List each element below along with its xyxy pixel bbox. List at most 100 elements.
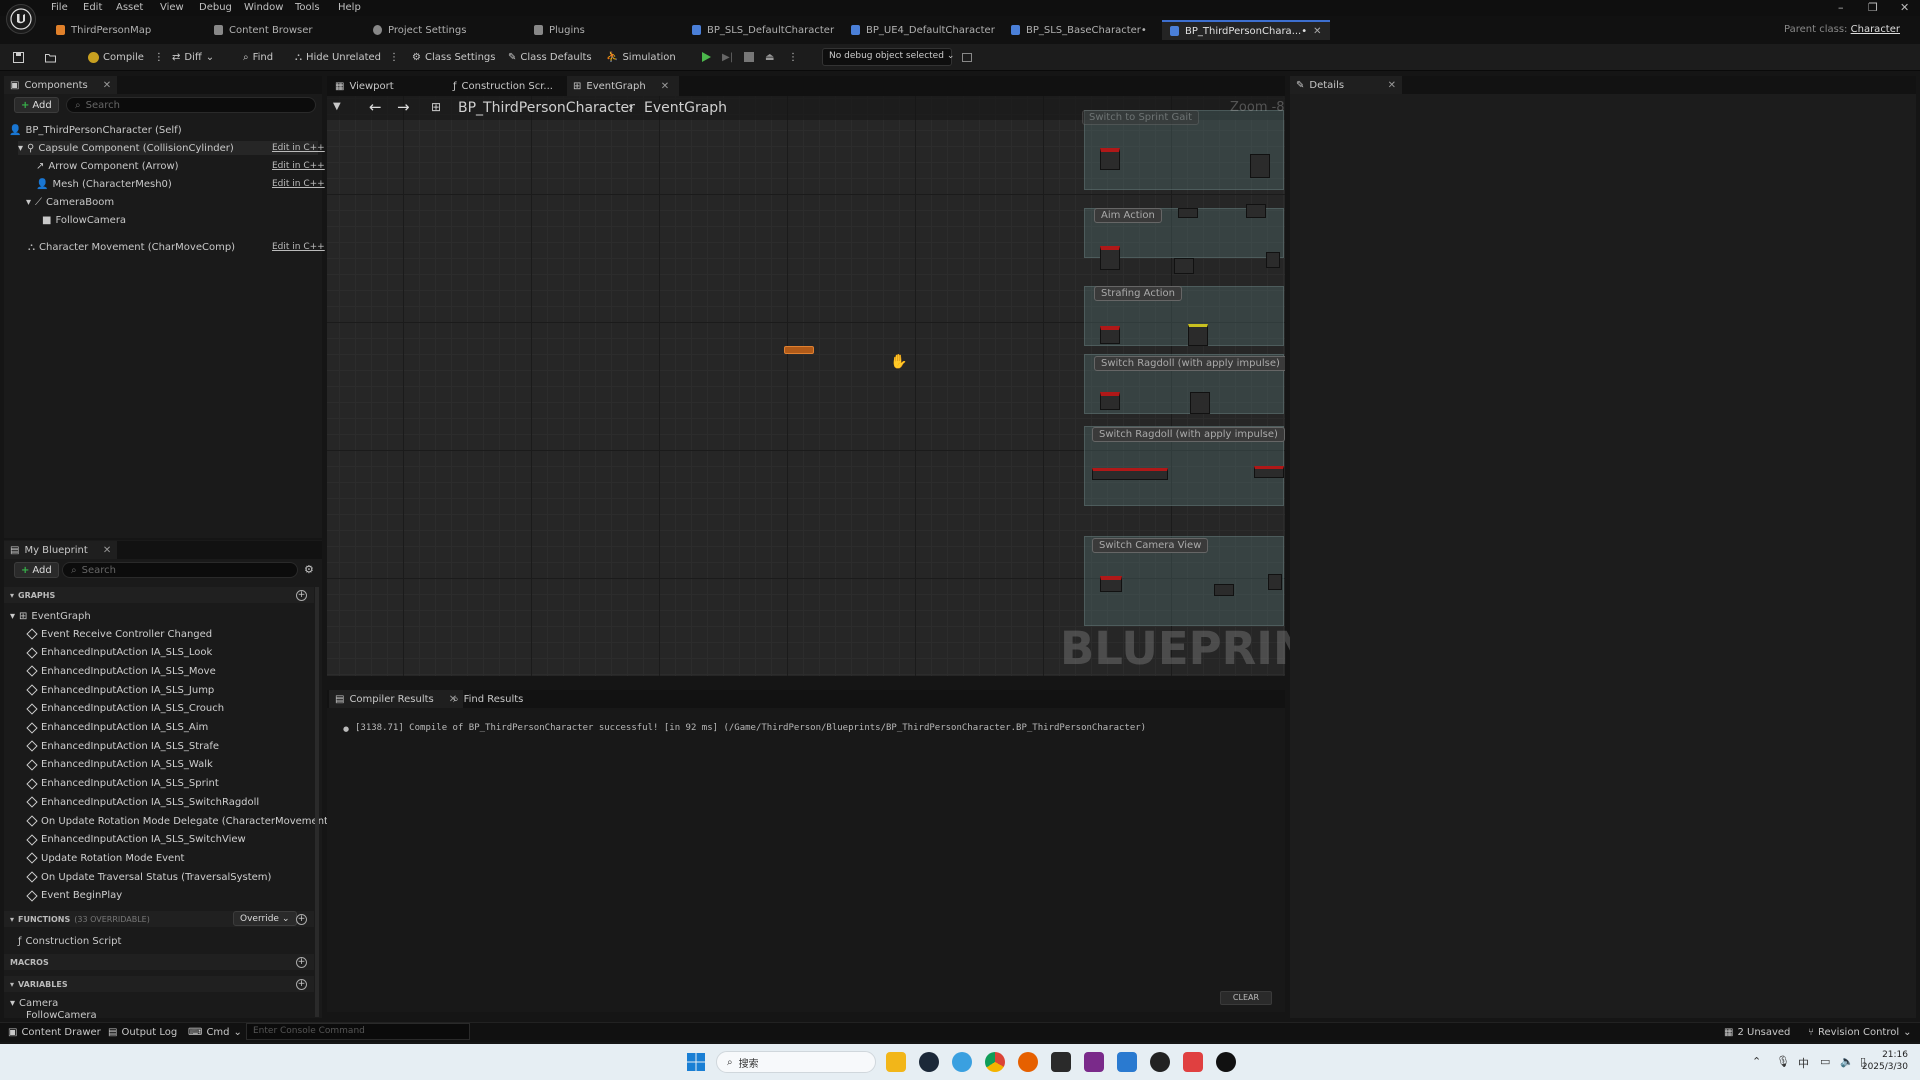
forward-arrow-icon[interactable]: →	[397, 98, 410, 116]
revision-control-button[interactable]: ⑂ Revision Control ⌄	[1808, 1027, 1912, 1038]
graph-node[interactable]	[1100, 148, 1120, 170]
graph-node[interactable]	[1100, 392, 1120, 410]
component-root[interactable]: 👤 BP_ThirdPersonCharacter (Self)	[9, 123, 182, 137]
event-list-item[interactable]: EnhancedInputAction IA_SLS_Aim	[26, 721, 208, 735]
my-blueprint-search-input[interactable]: ⌕ Search	[62, 562, 298, 578]
volume-icon[interactable]: 🔈	[1840, 1055, 1854, 1068]
graph-node[interactable]	[1100, 246, 1120, 270]
graph-node[interactable]	[784, 346, 814, 354]
add-member-button[interactable]: + Add	[14, 562, 59, 578]
compile-button[interactable]: Compile ⋮	[88, 49, 164, 65]
graphs-section-header[interactable]: ▾ GRAPHS	[4, 587, 314, 603]
menu-window[interactable]: Window	[244, 2, 283, 13]
graph-node[interactable]	[1268, 574, 1282, 590]
menu-tools[interactable]: Tools	[295, 2, 320, 13]
chrome-icon[interactable]	[985, 1052, 1005, 1072]
close-tab-icon[interactable]: ✕	[103, 80, 111, 91]
graph-node[interactable]	[1188, 324, 1208, 346]
close-window-icon[interactable]: ✕	[1900, 1, 1909, 14]
tab-thirdpersonmap[interactable]: ThirdPersonMap	[56, 20, 151, 40]
function-construction-script[interactable]: ƒ Construction Script	[18, 934, 121, 948]
graph-node[interactable]	[1266, 252, 1280, 268]
firefox-icon[interactable]	[1018, 1052, 1038, 1072]
debug-object-select[interactable]: No debug object selected ⌄	[822, 48, 954, 66]
play-button[interactable]	[700, 49, 712, 65]
github-icon[interactable]	[1150, 1052, 1170, 1072]
more-options-icon[interactable]: ⋮	[389, 52, 399, 63]
menu-view[interactable]: View	[160, 2, 184, 13]
simulation-button[interactable]: ⛹ Simulation	[606, 49, 676, 65]
tab-project-settings[interactable]: Project Settings	[373, 20, 466, 40]
comment-title[interactable]: Switch Ragdoll (with apply impulse)	[1094, 356, 1285, 371]
steam-icon[interactable]	[919, 1052, 939, 1072]
tab-plugins[interactable]: Plugins	[534, 20, 585, 40]
add-graph-icon[interactable]: +	[296, 590, 307, 601]
unreal-logo-icon[interactable]	[6, 4, 36, 34]
microphone-icon[interactable]: 🎙	[1776, 1055, 1790, 1068]
event-list-item[interactable]: EnhancedInputAction IA_SLS_Look	[26, 646, 212, 660]
edit-in-cpp-link[interactable]: Edit in C++	[272, 161, 325, 171]
add-component-button[interactable]: + Add	[14, 97, 59, 113]
unsaved-button[interactable]: ▦ 2 Unsaved	[1724, 1027, 1790, 1038]
tab-construction-script[interactable]: ƒ Construction Scr...	[447, 76, 559, 96]
event-list-item[interactable]: On Update Rotation Mode Delegate (Charac…	[26, 814, 332, 828]
cmd-button[interactable]: ⌨ Cmd ⌄	[188, 1027, 242, 1038]
close-tab-icon[interactable]: ✕	[1313, 26, 1321, 37]
compile-log-line[interactable]: [3138.71] Compile of BP_ThirdPersonChara…	[355, 723, 1146, 733]
restore-icon[interactable]: ❐	[1868, 1, 1878, 14]
tab-viewport[interactable]: ▦ Viewport	[329, 76, 400, 96]
file-explorer-icon[interactable]	[886, 1052, 906, 1072]
tab-content-browser[interactable]: Content Browser	[214, 20, 312, 40]
event-list-item[interactable]: EnhancedInputAction IA_SLS_Move	[26, 664, 216, 678]
play-options-button[interactable]: ⋮	[788, 49, 798, 65]
component-mesh[interactable]: 👤 Mesh (CharacterMesh0)	[36, 177, 172, 191]
menu-debug[interactable]: Debug	[199, 2, 232, 13]
start-menu-icon[interactable]	[686, 1052, 706, 1072]
close-tab-icon[interactable]: ✕	[661, 81, 669, 92]
back-arrow-icon[interactable]: ←	[369, 98, 382, 116]
rider-icon[interactable]	[1084, 1052, 1104, 1072]
tab-eventgraph[interactable]: ⊞ EventGraph ✕	[567, 76, 679, 96]
component-followcamera[interactable]: ■ FollowCamera	[42, 213, 126, 227]
close-tab-icon[interactable]: ✕	[103, 545, 111, 556]
event-list-item[interactable]: EnhancedInputAction IA_SLS_Sprint	[26, 777, 219, 791]
event-list-item[interactable]: EnhancedInputAction IA_SLS_Crouch	[26, 702, 224, 716]
graph-node[interactable]	[1100, 326, 1120, 344]
tab-bp-sls-defaultcharacter[interactable]: BP_SLS_DefaultCharacter	[692, 20, 834, 40]
edit-in-cpp-link[interactable]: Edit in C++	[272, 143, 325, 153]
input-method-icon[interactable]: 中	[1798, 1055, 1809, 1071]
event-list-item[interactable]: EnhancedInputAction IA_SLS_SwitchView	[26, 833, 246, 847]
component-arrow[interactable]: ↗ Arrow Component (Arrow)	[36, 159, 179, 173]
event-list-item[interactable]: EnhancedInputAction IA_SLS_Walk	[26, 758, 213, 772]
menu-file[interactable]: File	[51, 2, 68, 13]
close-tab-icon[interactable]: ✕	[1388, 80, 1396, 91]
tray-chevron-icon[interactable]: ⌃	[1752, 1055, 1761, 1068]
graph-node[interactable]	[1250, 154, 1270, 178]
eject-button[interactable]: ⏏	[765, 49, 774, 65]
tab-components[interactable]: ▣ Components ✕	[4, 76, 118, 94]
macros-section-header[interactable]: MACROS	[4, 954, 314, 970]
breadcrumb-blueprint[interactable]: BP_ThirdPersonCharacter	[458, 100, 635, 116]
graph-node[interactable]	[1100, 576, 1122, 592]
class-settings-button[interactable]: ⚙ Class Settings	[412, 49, 495, 65]
graph-node[interactable]	[1246, 204, 1266, 218]
tab-details[interactable]: ✎ Details ✕	[1290, 76, 1402, 94]
tab-bp-thirdpersoncharacter[interactable]: BP_ThirdPersonChara...• ✕	[1162, 20, 1330, 40]
minimize-icon[interactable]: –	[1838, 1, 1844, 14]
unreal-engine-icon[interactable]	[1216, 1052, 1236, 1072]
components-search-input[interactable]: ⌕ Search	[66, 97, 316, 113]
event-list-item[interactable]: EnhancedInputAction IA_SLS_SwitchRagdoll	[26, 795, 259, 809]
tab-bp-ue4-defaultcharacter[interactable]: BP_UE4_DefaultCharacter	[851, 20, 995, 40]
clear-button[interactable]: CLEAR	[1220, 991, 1272, 1005]
comment-title[interactable]: Strafing Action	[1094, 286, 1182, 301]
graph-node[interactable]	[1178, 208, 1198, 218]
parent-class-link[interactable]: Character	[1851, 24, 1900, 35]
more-options-icon[interactable]: ⋮	[154, 52, 164, 63]
menu-help[interactable]: Help	[338, 2, 361, 13]
bookmark-icon[interactable]: ▼	[333, 101, 341, 112]
taskbar-search-input[interactable]: ⌕ 搜索	[716, 1051, 876, 1073]
graph-node[interactable]	[1190, 392, 1210, 414]
find-button[interactable]: ⌕ Find	[243, 49, 273, 65]
event-list-item[interactable]: EnhancedInputAction IA_SLS_Jump	[26, 683, 214, 697]
tab-find-results[interactable]: ⌕ Find Results	[447, 690, 529, 708]
